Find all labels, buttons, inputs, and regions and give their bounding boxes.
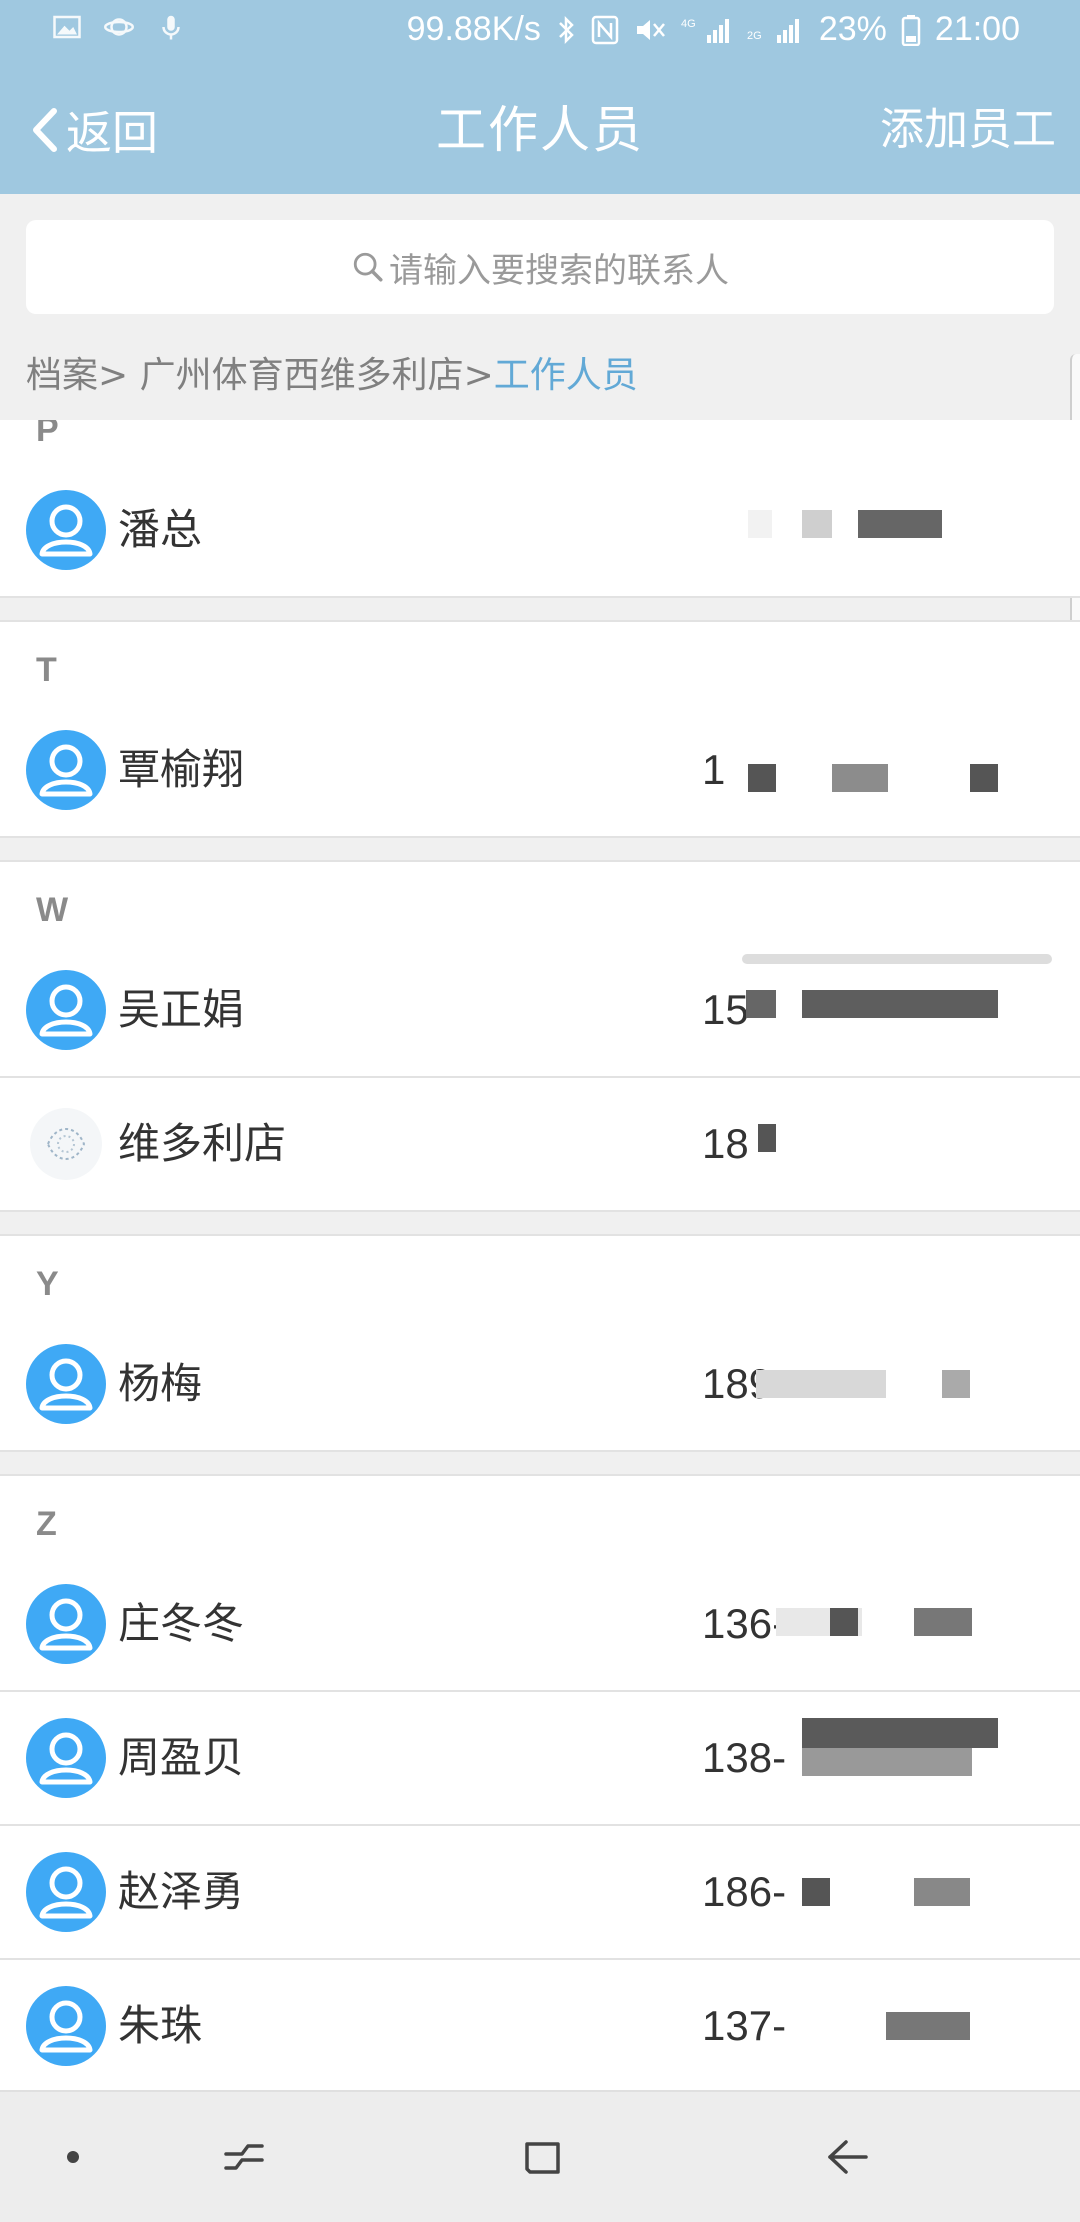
chevron-left-icon [33,108,57,152]
app-bar: 工作人员 返回 添加员工 [0,66,1080,194]
section-header-p: P [0,420,1080,468]
contact-name: 维多利店 [118,1119,287,1168]
redaction-block [832,764,888,792]
system-nav-bar [0,2090,1080,2222]
battery-percent: 23% [818,10,887,48]
search-input[interactable]: 请输入要搜索的联系人 [26,220,1054,314]
section-header-t: T [0,620,1080,708]
battery-icon [901,14,921,46]
redaction-block [742,954,1052,964]
status-bar: 99.88K/s 4G 2G 23% 21:00 [0,0,1080,66]
redaction-block [970,764,998,792]
clock: 21:00 [934,10,1020,48]
mute-icon [636,19,665,40]
back-label: 返回 [66,106,158,160]
contact-name: 覃榆翔 [118,745,245,794]
svg-text:4G: 4G [681,18,696,30]
redaction-block [802,1878,830,1906]
redaction-block [802,990,998,1018]
redaction-block [748,764,776,792]
redaction-block [802,510,832,538]
redaction-block [802,1718,998,1748]
contact-phone[interactable]: 1 [702,704,725,836]
avatar-icon [26,1852,106,1932]
contact-row[interactable]: 覃榆翔 1 [0,704,1080,838]
back-button[interactable]: 返回 [28,66,158,194]
contact-phone[interactable]: 18 [702,1078,749,1210]
breadcrumb-path[interactable]: 档案> 广州体育西维多利店> [26,355,494,396]
planet-icon [104,18,134,36]
contact-list[interactable]: P 潘总 T 覃榆翔 1 W 吴正娟 15 维多利店 18 Y 杨梅 189 Z… [0,420,1080,2090]
contact-row[interactable]: 维多利店 18 [0,1078,1080,1212]
contact-row[interactable]: 潘总 [0,464,1080,598]
avatar-icon [26,1986,106,2066]
contact-name: 杨梅 [118,1359,203,1408]
contact-name: 赵泽勇 [118,1867,245,1916]
contact-row[interactable]: 赵泽勇 186- [0,1826,1080,1960]
redaction-block [748,510,772,538]
network-speed: 99.88K/s [406,10,541,48]
redaction-block [802,1748,972,1776]
contact-phone[interactable]: 137- [702,1960,786,2090]
svg-text:2G: 2G [747,30,762,42]
contact-phone[interactable]: 136- [702,1558,786,1690]
gallery-icon [53,15,81,39]
section-header-z: Z [0,1474,1080,1562]
section-header-w: W [0,860,1080,948]
redaction-block [746,990,776,1018]
avatar-icon [26,490,106,570]
home-icon[interactable] [518,2132,568,2182]
add-employee-button[interactable]: 添加员工 [880,66,1056,194]
breadcrumb-current: 工作人员 [493,355,638,396]
redaction-block [914,1608,972,1636]
mic-icon [162,15,180,40]
search-placeholder: 请输入要搜索的联系人 [389,250,729,291]
search-icon [353,252,383,282]
contact-row[interactable]: 杨梅 189 [0,1318,1080,1452]
bluetooth-icon [558,15,574,44]
contact-phone[interactable]: 138- [702,1692,786,1824]
status-right: 99.88K/s 4G 2G 23% 21:00 [407,10,1020,49]
nfc-icon [591,15,619,44]
section-header-y: Y [0,1234,1080,1322]
signal-2g-icon: 2G [747,18,799,43]
contact-row[interactable]: 朱珠 137- [0,1960,1080,2090]
redaction-block [886,2012,970,2040]
contact-name: 庄冬冬 [118,1599,245,1648]
back-nav-icon[interactable] [822,2132,872,2182]
avatar-icon [26,970,106,1050]
redaction-block [942,1370,970,1398]
contact-name: 吴正娟 [118,985,245,1034]
dot-icon[interactable] [48,2132,98,2182]
redaction-block [858,510,942,538]
avatar-icon [26,730,106,810]
signal-4g-icon: 4G [681,18,729,43]
redaction-block [914,1878,970,1906]
store-avatar-icon [30,1108,102,1180]
redaction-block [830,1608,858,1636]
contact-phone[interactable]: 186- [702,1826,786,1958]
redaction-block [758,1124,776,1152]
contact-name: 周盈贝 [118,1733,245,1782]
contact-phone[interactable]: 15 [702,944,749,1076]
avatar-icon [26,1584,106,1664]
avatar-icon [26,1344,106,1424]
status-left-icons [52,12,186,42]
recent-apps-icon[interactable] [218,2132,268,2182]
contact-name: 潘总 [118,505,203,554]
contact-name: 朱珠 [118,2001,203,2050]
contact-row[interactable]: 吴正娟 15 [0,944,1080,1078]
breadcrumb: 档案> 广州体育西维多利店>工作人员 [26,346,638,398]
redaction-block [756,1370,886,1398]
contact-row[interactable]: 庄冬冬 136- [0,1558,1080,1692]
avatar-icon [26,1718,106,1798]
contact-row[interactable]: 周盈贝 138- [0,1692,1080,1826]
